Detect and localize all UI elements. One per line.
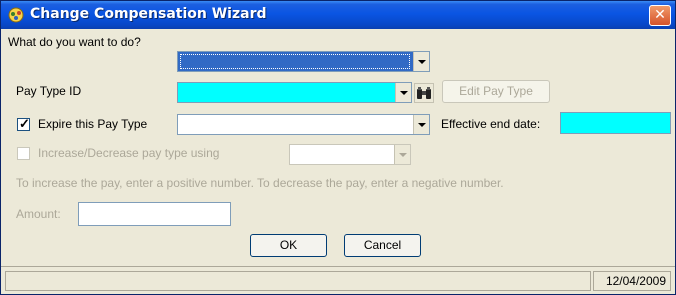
- binoculars-icon: [417, 87, 431, 99]
- action-label: What do you want to do?: [8, 35, 141, 49]
- status-date: 12/04/2009: [593, 271, 671, 291]
- wizard-app-icon: [8, 7, 24, 23]
- lookup-button[interactable]: [414, 83, 434, 103]
- amount-label: Amount:: [16, 207, 61, 221]
- edit-pay-type-button[interactable]: Edit Pay Type: [442, 80, 550, 103]
- status-bar: 12/04/2009: [1, 266, 675, 294]
- close-icon: ✕: [654, 7, 666, 23]
- effective-end-date-input[interactable]: [560, 112, 671, 134]
- expire-label: Expire this Pay Type: [38, 117, 148, 131]
- pay-type-id-select[interactable]: [177, 82, 412, 103]
- amount-input[interactable]: [78, 202, 231, 226]
- hint-text: To increase the pay, enter a positive nu…: [16, 176, 504, 190]
- expire-checkbox[interactable]: ✓: [17, 116, 30, 131]
- chevron-down-icon[interactable]: [395, 83, 411, 102]
- focus-rect: [180, 54, 410, 69]
- increase-decrease-select[interactable]: [289, 144, 411, 165]
- effective-end-date-label: Effective end date:: [441, 117, 541, 131]
- action-select[interactable]: [177, 51, 430, 72]
- pay-type-id-label: Pay Type ID: [16, 84, 82, 98]
- chevron-down-icon[interactable]: [394, 145, 410, 164]
- cancel-button[interactable]: Cancel: [344, 234, 421, 257]
- ok-button[interactable]: OK: [250, 234, 327, 257]
- title-bar[interactable]: Change Compensation Wizard ✕: [1, 1, 675, 29]
- chevron-down-icon[interactable]: [413, 52, 429, 71]
- chevron-down-icon[interactable]: [413, 115, 429, 134]
- window-title: Change Compensation Wizard: [30, 6, 267, 22]
- expire-select[interactable]: [177, 114, 430, 135]
- increase-decrease-label: Increase/Decrease pay type using: [38, 146, 220, 160]
- close-button[interactable]: ✕: [649, 5, 671, 26]
- status-message: [5, 271, 591, 291]
- check-icon: ✓: [19, 116, 30, 131]
- change-compensation-wizard-window: Change Compensation Wizard ✕ What do you…: [0, 0, 676, 295]
- increase-decrease-checkbox[interactable]: [17, 147, 30, 160]
